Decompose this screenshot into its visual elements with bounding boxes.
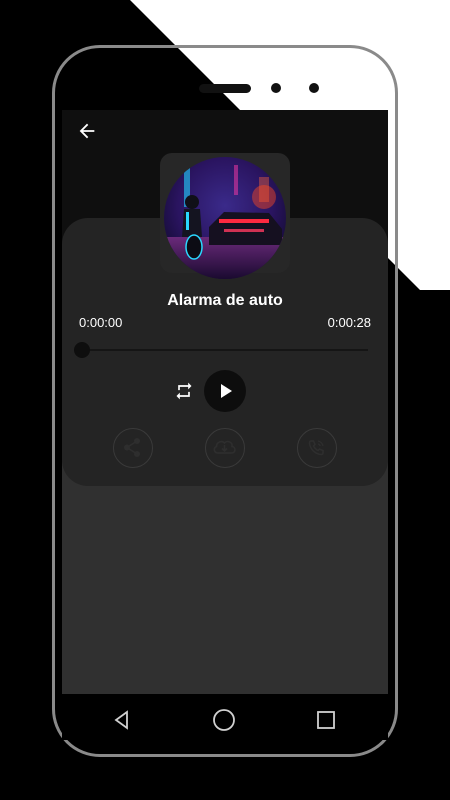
phone-speaker bbox=[199, 84, 251, 93]
nav-home-icon[interactable] bbox=[212, 708, 236, 732]
cloud-download-icon bbox=[213, 440, 236, 454]
nav-back-icon[interactable] bbox=[110, 708, 134, 732]
total-time: 0:00:28 bbox=[327, 315, 371, 330]
repeat-icon[interactable] bbox=[174, 381, 194, 401]
phone-camera bbox=[309, 83, 319, 93]
nav-recent-icon[interactable] bbox=[314, 708, 338, 732]
play-button[interactable] bbox=[204, 370, 246, 412]
app-screen: Alarma de auto 0:00:00 0:00:28 bbox=[62, 110, 388, 694]
share-icon bbox=[124, 438, 140, 457]
share-button[interactable] bbox=[113, 428, 153, 468]
phone-sensor bbox=[271, 83, 281, 93]
album-art bbox=[164, 157, 286, 279]
download-button[interactable] bbox=[205, 428, 245, 468]
current-time: 0:00:00 bbox=[79, 315, 123, 330]
arrow-left-icon[interactable] bbox=[76, 120, 98, 142]
track-title: Alarma de auto bbox=[167, 292, 283, 309]
set-ringtone-button[interactable] bbox=[297, 428, 337, 468]
progress-track[interactable] bbox=[82, 349, 368, 351]
progress-thumb[interactable] bbox=[74, 342, 90, 358]
phone-ringtone-icon bbox=[308, 440, 324, 456]
play-icon bbox=[221, 384, 232, 398]
